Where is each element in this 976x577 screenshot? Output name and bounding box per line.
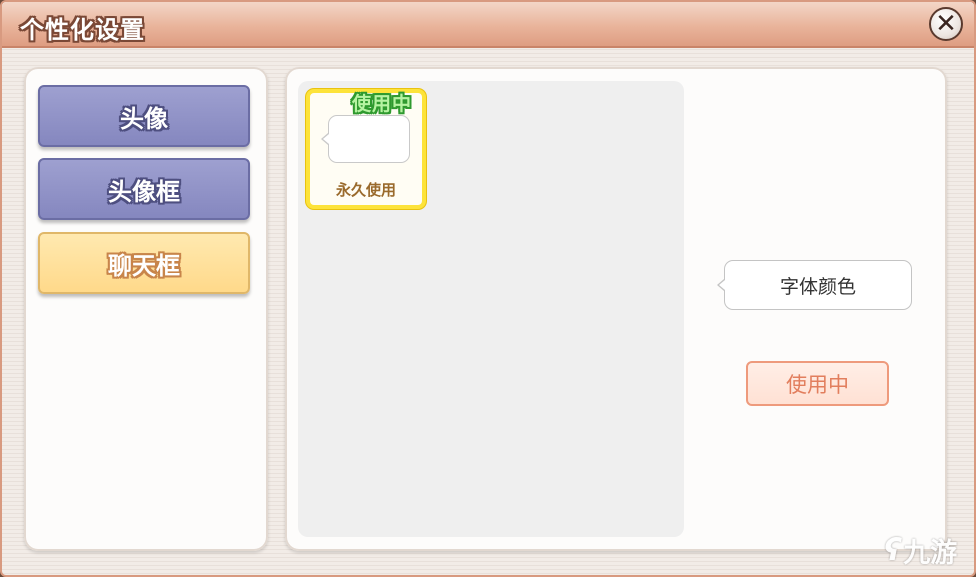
tab-avatar[interactable]: 头像 bbox=[38, 85, 250, 147]
in-use-button-label: 使用中 bbox=[786, 372, 849, 397]
title-bar: 个性化设置 bbox=[2, 2, 974, 48]
chat-bubble-thumbnail bbox=[328, 115, 410, 163]
jiuyou-logo-icon: ʕ bbox=[884, 532, 902, 568]
tab-avatar-frame[interactable]: 头像框 bbox=[38, 158, 250, 220]
watermark-text: 九游 bbox=[903, 537, 958, 569]
close-icon: ✕ bbox=[935, 9, 957, 39]
tab-chat-bubble[interactable]: 聊天框 bbox=[38, 232, 250, 294]
watermark: ʕ 九游 bbox=[884, 530, 957, 570]
tab-avatar-frame-label: 头像框 bbox=[108, 177, 180, 206]
chat-bubble-preview: 字体颜色 bbox=[724, 260, 912, 310]
preview-text: 字体颜色 bbox=[779, 275, 856, 298]
item-duration-label: 永久使用 bbox=[335, 181, 396, 199]
in-use-badge: 使用中 bbox=[352, 93, 413, 115]
window-title: 个性化设置 bbox=[20, 16, 145, 44]
in-use-button[interactable]: 使用中 bbox=[746, 361, 889, 406]
chat-bubble-tail-icon bbox=[321, 133, 329, 145]
tab-avatar-label: 头像 bbox=[120, 104, 168, 133]
preview-bubble-tail-icon bbox=[717, 279, 725, 291]
close-button[interactable]: ✕ bbox=[929, 7, 963, 41]
tab-chat-bubble-label: 聊天框 bbox=[108, 251, 180, 280]
